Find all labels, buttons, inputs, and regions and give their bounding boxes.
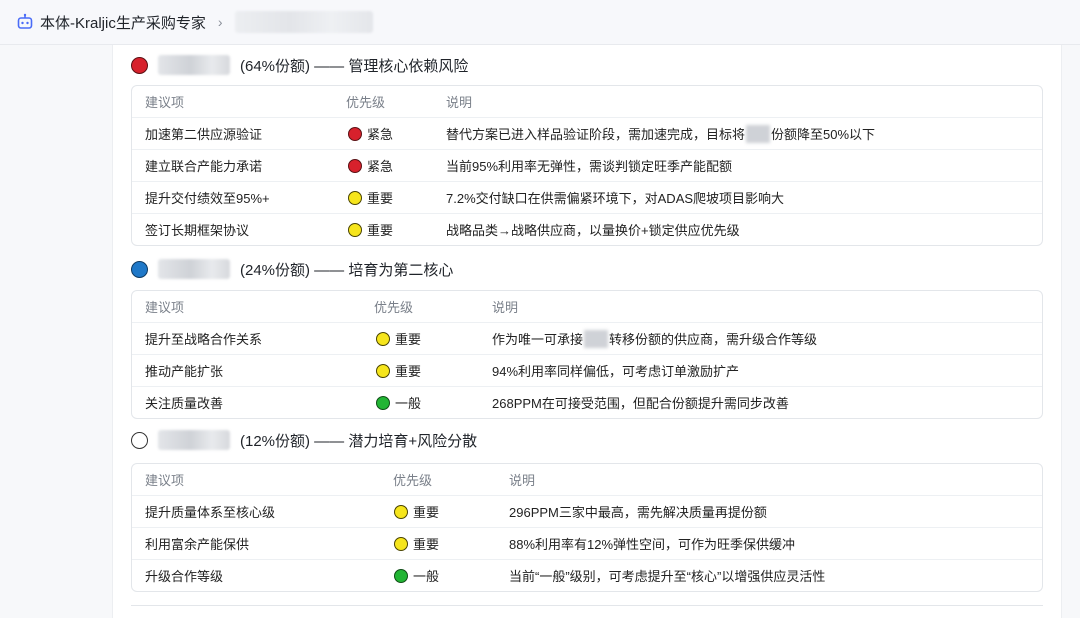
table-row: 关注质量改善 一般 268PPM在可接受范围，但配合份额提升需同步改善 [132,386,1042,418]
section-title: (12%份额) —— 潜力培育+风险分散 [240,432,478,450]
priority-cell: 重要 [394,496,439,527]
item-cell: 提升质量体系至核心级 [145,505,276,520]
item-cell: 升级合作等级 [145,569,224,584]
description-cell: 作为唯一可承接 转移份额的供应商，需升级合作等级 [492,323,817,354]
priority-cell: 一般 [376,387,421,418]
item-cell: 提升交付绩效至95%+ [145,191,270,206]
table-row: 推动产能扩张 重要 94%利用率同样偏低，可考虑订单激励扩产 [132,354,1042,386]
section-title: (64%份额) —— 管理核心依赖风险 [240,57,469,75]
redacted-breadcrumb [234,11,373,33]
green-dot-icon [394,568,408,583]
redacted-supplier-name [158,259,230,279]
column-header-item: 建议项 [145,95,185,110]
description-cell: 当前“一般”级别，可考虑提升至“核心”以增强供应灵活性 [509,569,826,584]
description-cell: 替代方案已进入样品验证阶段，需加速完成，目标将 份额降至50%以下 [446,118,875,149]
table-row: 提升至战略合作关系 重要 作为唯一可承接 转移份额的供应商，需升级合作等级 [132,322,1042,354]
recommendation-table: 建议项 优先级 说明 提升质量体系至核心级 重要 296PPM三家中最高，需先解… [131,463,1043,592]
column-header-priority: 优先级 [346,95,386,110]
priority-cell: 重要 [348,214,393,245]
table-row: 建立联合产能力承诺 紧急 当前95%利用率无弹性，需谈判锁定旺季产能配额 [132,149,1042,181]
table-row: 提升质量体系至核心级 重要 296PPM三家中最高，需先解决质量再提份额 [132,495,1042,527]
red-dot-icon [348,158,362,173]
item-cell: 利用富余产能保供 [145,537,250,552]
redacted-text [584,329,609,348]
priority-cell: 重要 [348,182,393,213]
divider [131,605,1043,606]
table-row: 加速第二供应源验证 紧急 替代方案已进入样品验证阶段，需加速完成，目标将 份额降至… [132,117,1042,149]
status-dot-icon [131,56,148,74]
table-header: 建议项 优先级 说明 [132,86,1042,117]
description-cell: 战略品类→战略供应商，以量换价+锁定供应优先级 [446,223,740,238]
redacted-supplier-name [158,430,230,450]
robot-icon [16,13,34,31]
item-cell: 提升至战略合作关系 [145,332,263,347]
yellow-dot-icon [394,504,408,519]
yellow-dot-icon [348,190,362,205]
column-header-item: 建议项 [145,300,185,315]
column-header-priority: 优先级 [374,300,414,315]
description-cell: 94%利用率同样偏低，可考虑订单激励扩产 [492,364,740,379]
section-heading: (24%份额) —— 培育为第二核心 [131,256,453,282]
section-heading: (64%份额) —— 管理核心依赖风险 [131,52,468,78]
redacted-supplier-name [158,55,230,75]
description-cell: 296PPM三家中最高，需先解决质量再提份额 [509,505,767,520]
priority-cell: 紧急 [348,150,393,181]
table-header: 建议项 优先级 说明 [132,464,1042,495]
item-cell: 建立联合产能力承诺 [145,159,263,174]
yellow-dot-icon [394,536,408,551]
column-header-priority: 优先级 [393,473,433,488]
top-bar: 本体-Kraljic生产采购专家 › [0,0,1080,45]
column-header-item: 建议项 [145,473,185,488]
table-header: 建议项 优先级 说明 [132,291,1042,322]
table-row: 升级合作等级 一般 当前“一般”级别，可考虑提升至“核心”以增强供应灵活性 [132,559,1042,591]
column-header-description: 说明 [509,473,536,488]
yellow-dot-icon [348,222,362,237]
column-header-description: 说明 [446,95,473,110]
table-row: 利用富余产能保供 重要 88%利用率有12%弹性空间，可作为旺季保供缓冲 [132,527,1042,559]
description-cell: 268PPM在可接受范围，但配合份额提升需同步改善 [492,396,789,411]
column-header-description: 说明 [492,300,519,315]
item-cell: 关注质量改善 [145,396,224,411]
table-row: 签订长期框架协议 重要 战略品类→战略供应商，以量换价+锁定供应优先级 [132,213,1042,245]
app-title[interactable]: 本体-Kraljic生产采购专家 [40,12,206,33]
status-dot-icon [131,431,148,449]
description-cell: 88%利用率有12%弹性空间，可作为旺季保供缓冲 [509,537,796,552]
priority-cell: 重要 [394,528,439,559]
green-dot-icon [376,395,390,410]
item-cell: 签订长期框架协议 [145,223,250,238]
item-cell: 加速第二供应源验证 [145,127,263,142]
recommendation-table: 建议项 优先级 说明 加速第二供应源验证 紧急 替代方案已进入样品验证阶段，需加… [131,85,1043,246]
status-dot-icon [131,260,148,278]
red-dot-icon [348,126,362,141]
priority-cell: 重要 [376,355,421,386]
redacted-text [746,124,771,143]
description-cell: 当前95%利用率无弹性，需谈判锁定旺季产能配额 [446,159,733,174]
section-title: (24%份额) —— 培育为第二核心 [240,261,454,279]
description-cell: 7.2%交付缺口在供需偏紧环境下，对ADAS爬坡项目影响大 [446,191,785,206]
recommendation-table: 建议项 优先级 说明 提升至战略合作关系 重要 作为唯一可承接 转移份额的供应商，… [131,290,1043,419]
item-cell: 推动产能扩张 [145,364,224,379]
section-heading: (12%份额) —— 潜力培育+风险分散 [131,427,477,453]
content-panel: (64%份额) —— 管理核心依赖风险 建议项 优先级 说明 加速第二供应源验证… [112,45,1062,618]
breadcrumb-separator: › [217,14,223,30]
priority-cell: 紧急 [348,118,393,149]
table-row: 提升交付绩效至95%+ 重要 7.2%交付缺口在供需偏紧环境下，对ADAS爬坡项… [132,181,1042,213]
priority-cell: 一般 [394,560,439,591]
priority-cell: 重要 [376,323,421,354]
yellow-dot-icon [376,331,390,346]
yellow-dot-icon [376,363,390,378]
